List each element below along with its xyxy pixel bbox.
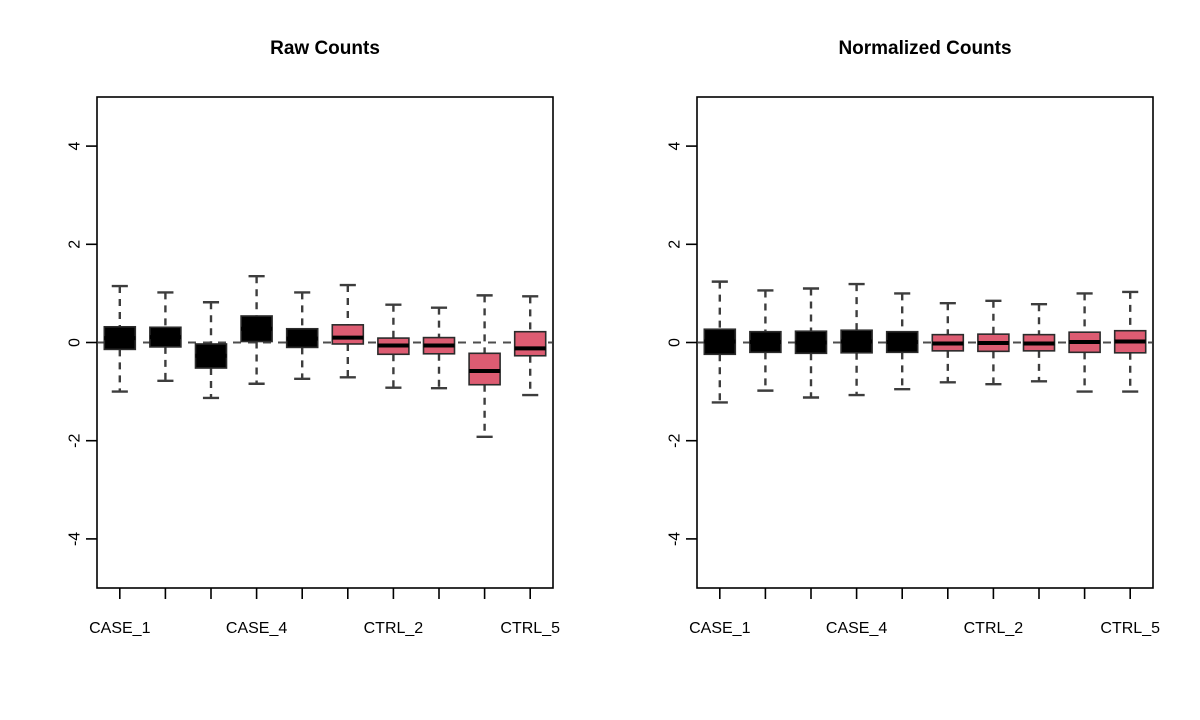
y-axis-tick-label: 2 bbox=[667, 240, 684, 249]
y-axis-tick-label: 0 bbox=[667, 338, 684, 347]
y-axis-tick-label: -4 bbox=[67, 532, 84, 546]
y-axis-tick-label: -4 bbox=[667, 532, 684, 546]
y-axis-tick-label: -2 bbox=[667, 433, 684, 447]
box-body bbox=[513, 330, 547, 357]
y-axis-tick-label: 0 bbox=[67, 338, 84, 347]
y-axis-tick-label: 4 bbox=[667, 142, 684, 151]
y-axis-tick-label: 2 bbox=[67, 240, 84, 249]
figure-background bbox=[0, 0, 1200, 720]
box-body bbox=[331, 324, 365, 345]
x-axis-tick-label: CASE_4 bbox=[226, 620, 287, 637]
y-axis-tick-label: -2 bbox=[67, 433, 84, 447]
x-axis-tick-label: CTRL_5 bbox=[500, 620, 560, 637]
boxplot-figure: Raw Counts 4 2 0 -2 -4 CASE_1 CASE_4 CTRL_2 CTRL… bbox=[0, 0, 1200, 720]
x-axis-tick-label: CASE_4 bbox=[826, 620, 887, 637]
panel-title: Normalized Counts bbox=[838, 38, 1011, 59]
x-axis-tick-label: CASE_1 bbox=[89, 620, 150, 637]
y-axis-tick-label: 4 bbox=[67, 142, 84, 151]
x-axis-tick-label: CTRL_2 bbox=[964, 620, 1024, 637]
x-axis-tick-label: CTRL_5 bbox=[1100, 620, 1160, 637]
x-axis-tick-label: CTRL_2 bbox=[364, 620, 424, 637]
x-axis-tick-label: CASE_1 bbox=[689, 620, 750, 637]
panel-title: Raw Counts bbox=[270, 38, 380, 59]
